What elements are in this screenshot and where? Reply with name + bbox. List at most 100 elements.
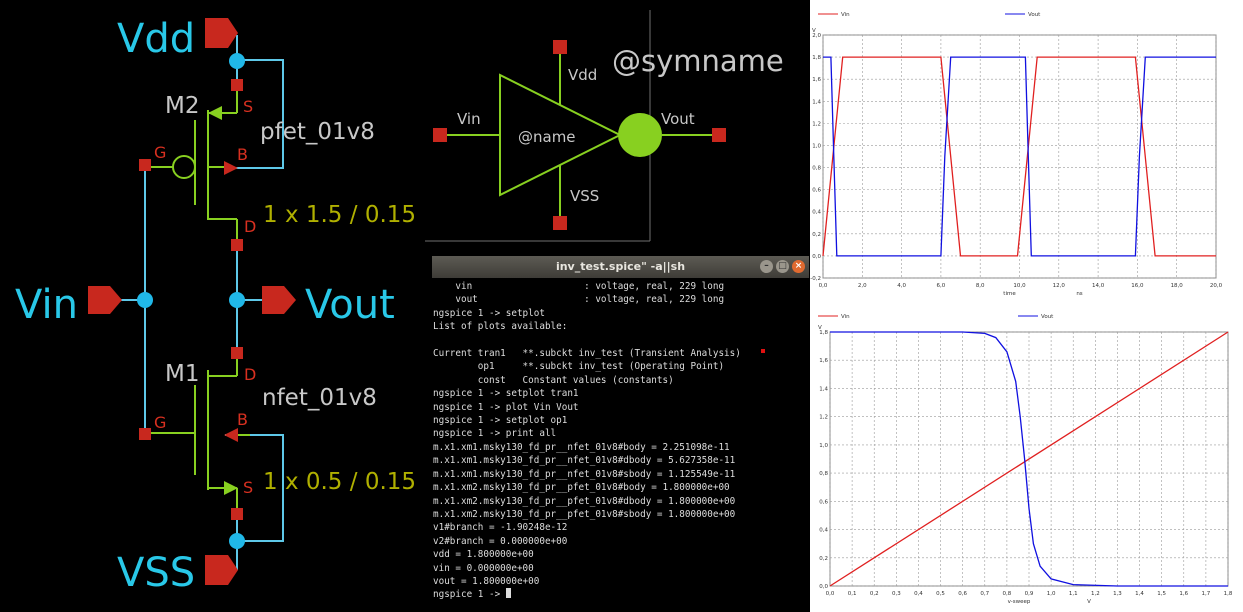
x-tick-label: 12,0 bbox=[1053, 283, 1066, 289]
x-tick-label: 2,0 bbox=[858, 283, 867, 289]
x-tick-label: 1,2 bbox=[1091, 591, 1100, 597]
terminal-line: ngspice 1 -> plot Vin Vout bbox=[433, 401, 579, 413]
terminal-line: m.x1.xm2.msky130_fd_pr__pfet_01v8#body =… bbox=[433, 482, 730, 494]
nfet-drain-pin-label: D bbox=[244, 365, 256, 384]
x-tick-label: 1,4 bbox=[1135, 591, 1144, 597]
nfet-size-label: 1 x 0.5 / 0.15 bbox=[263, 469, 416, 495]
terminal-line: vin = 0.000000e+00 bbox=[433, 562, 534, 574]
y-tick-label: 1,6 bbox=[819, 358, 828, 364]
terminal-title: inv_test.spice" -a||sh bbox=[555, 260, 686, 273]
name-label: @name bbox=[518, 128, 576, 146]
terminal-prompt[interactable]: ngspice 1 -> bbox=[433, 588, 809, 601]
terminal-line: const Constant values (constants) bbox=[433, 374, 674, 386]
x-tick-label: 0,5 bbox=[936, 591, 945, 597]
x-axis-unit: V bbox=[1087, 599, 1091, 605]
terminal-line: vin : voltage, real, 229 long bbox=[433, 281, 725, 292]
vin-port-icon[interactable] bbox=[88, 286, 122, 314]
y-tick-label: -0,2 bbox=[810, 276, 821, 282]
transient-plot[interactable]: 0,0 2,0 4,0 6,0 8,0 10,0 12,0 14,0 16,0 18,0 20,0 -… bbox=[810, 0, 1243, 305]
nfet-source-pin-label: S bbox=[243, 478, 253, 497]
vdd-port-icon[interactable] bbox=[205, 18, 238, 48]
nfet-model-label: nfet_01v8 bbox=[262, 385, 377, 411]
pfet-body-arrow bbox=[224, 161, 238, 175]
x-tick-label: 0,7 bbox=[980, 591, 989, 597]
x-tick-label: 0,8 bbox=[1003, 591, 1012, 597]
legend-label: Vout bbox=[1041, 314, 1054, 320]
terminal-line: ngspice 1 -> setplot op1 bbox=[433, 415, 568, 427]
y-tick-label: 0,8 bbox=[819, 471, 828, 477]
x-tick-label: 18,0 bbox=[1171, 283, 1184, 289]
inverter-symbol[interactable]: @symname @name Vin Vout Vdd VSS bbox=[425, 0, 810, 245]
vss-port-icon[interactable] bbox=[205, 555, 238, 585]
dc-sweep-plot[interactable]: 0,0 0,1 0,2 0,3 0,4 0,5 0,6 0,7 0,8 0,9 1,0 1,1 1,2 1… bbox=[810, 305, 1243, 612]
close-icon[interactable]: × bbox=[792, 260, 805, 273]
x-tick-label: 1,5 bbox=[1157, 591, 1166, 597]
x-axis-unit: ns bbox=[1076, 291, 1082, 297]
vdd-label: Vdd bbox=[117, 16, 195, 62]
pfet-gate-pin-label: G bbox=[154, 143, 166, 162]
x-tick-label: 1,6 bbox=[1179, 591, 1188, 597]
pfet-body-pin-label: B bbox=[237, 145, 248, 164]
inverter-schematic[interactable]: Vdd VSS Vin Vout M2 M1 pfet_01v8 nfet_01… bbox=[0, 0, 430, 612]
y-tick-label: 0,0 bbox=[819, 584, 828, 590]
pfet-source-arrow bbox=[208, 106, 222, 120]
minimize-icon[interactable]: – bbox=[760, 260, 773, 273]
y-tick-label: 0,4 bbox=[819, 528, 828, 534]
x-tick-label: 0,6 bbox=[958, 591, 967, 597]
y-tick-label: 1,0 bbox=[812, 143, 821, 149]
m1-label: M1 bbox=[165, 361, 199, 387]
x-tick-label: 6,0 bbox=[937, 283, 946, 289]
x-tick-label: 1,3 bbox=[1113, 591, 1122, 597]
maximize-icon[interactable]: □ bbox=[776, 260, 789, 273]
x-tick-label: 4,0 bbox=[897, 283, 906, 289]
x-tick-label: 1,0 bbox=[1047, 591, 1056, 597]
terminal-line: m.x1.xm2.msky130_fd_pr__pfet_01v8#sbody … bbox=[433, 508, 736, 520]
y-tick-label: 0,8 bbox=[812, 166, 821, 172]
x-tick-label: 0,2 bbox=[870, 591, 879, 597]
x-tick-label: 20,0 bbox=[1210, 283, 1223, 289]
ngspice-terminal-window[interactable]: inv_test.spice" -a||sh – □ × vin : volta… bbox=[432, 256, 809, 612]
x-tick-label: 0,3 bbox=[892, 591, 901, 597]
nfet-source-arrow bbox=[224, 481, 238, 495]
terminal-output[interactable]: vin : voltage, real, 229 long vout : vol… bbox=[432, 278, 809, 602]
y-tick-label: 0,6 bbox=[812, 188, 821, 194]
symbol-vout-label: Vout bbox=[661, 110, 695, 128]
vout-label: Vout bbox=[305, 282, 395, 328]
x-tick-label: 0,1 bbox=[848, 591, 857, 597]
pfet-size-label: 1 x 1.5 / 0.15 bbox=[263, 202, 416, 228]
nfet-body-arrow bbox=[224, 428, 238, 442]
terminal-line: List of plots available: bbox=[433, 321, 568, 333]
prompt-text: ngspice 1 -> bbox=[433, 589, 506, 601]
vin-label: Vin bbox=[15, 282, 78, 328]
y-axis-label: V bbox=[818, 325, 822, 331]
terminal-line: vdd = 1.800000e+00 bbox=[433, 549, 534, 561]
vss-label: VSS bbox=[117, 550, 195, 596]
terminal-line: vout : voltage, real, 229 long bbox=[433, 294, 725, 306]
legend-label: Vin bbox=[841, 314, 850, 320]
x-tick-label: 0,0 bbox=[819, 283, 828, 289]
chart-background bbox=[810, 305, 1243, 612]
x-tick-label: 0,9 bbox=[1025, 591, 1034, 597]
pfet-source-pin-label: S bbox=[243, 97, 253, 116]
symbol-vin-label: Vin bbox=[457, 110, 481, 128]
terminal-line: vout = 1.800000e+00 bbox=[433, 575, 540, 587]
symbol-vss-label: VSS bbox=[570, 187, 599, 205]
symname-label: @symname bbox=[612, 44, 784, 78]
legend-label: Vin bbox=[841, 12, 850, 18]
terminal-titlebar[interactable]: inv_test.spice" -a||sh – □ × bbox=[432, 256, 809, 278]
terminal-line: m.x1.xm1.msky130_fd_pr__nfet_01v8#dbody … bbox=[433, 455, 736, 467]
y-tick-label: 1,6 bbox=[812, 77, 821, 83]
y-tick-label: 1,2 bbox=[819, 415, 828, 421]
red-marker bbox=[761, 349, 765, 353]
y-tick-label: 1,4 bbox=[812, 99, 821, 105]
y-tick-label: 0,6 bbox=[819, 499, 828, 505]
terminal-line: v2#branch = 0.000000e+00 bbox=[433, 535, 568, 547]
x-tick-label: 14,0 bbox=[1092, 283, 1105, 289]
vout-port-icon[interactable] bbox=[262, 286, 296, 314]
terminal-line: ngspice 1 -> setplot bbox=[433, 307, 545, 319]
y-tick-label: 0,2 bbox=[812, 232, 821, 238]
y-tick-label: 1,0 bbox=[819, 443, 828, 449]
x-tick-label: 0,4 bbox=[914, 591, 923, 597]
inverter-bubble bbox=[618, 113, 662, 157]
terminal-line: ngspice 1 -> setplot tran1 bbox=[433, 388, 579, 400]
